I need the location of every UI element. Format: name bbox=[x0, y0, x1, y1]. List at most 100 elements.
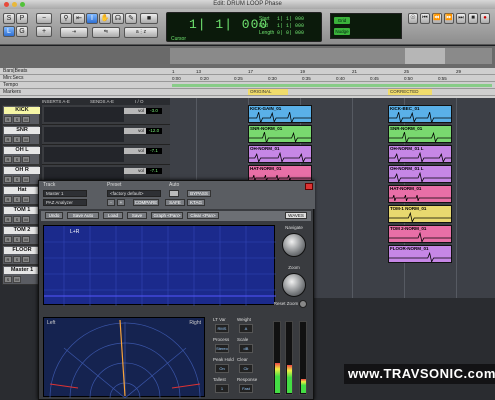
fast-forward-icon[interactable]: ⏩ bbox=[444, 13, 454, 24]
clear-pan-button[interactable]: Clear <Pan> bbox=[187, 212, 219, 219]
insert-slots[interactable] bbox=[44, 107, 124, 122]
track-tom-2[interactable]: TOM 2 RSM bbox=[2, 225, 40, 245]
solo-button[interactable]: S bbox=[4, 276, 12, 283]
undo-button[interactable]: Undo bbox=[45, 212, 63, 219]
mute-button[interactable]: M bbox=[22, 116, 30, 123]
track-snr[interactable]: SNR R S M bbox=[2, 125, 40, 145]
solo-button[interactable]: S bbox=[13, 196, 21, 203]
mute-button[interactable]: M bbox=[22, 236, 30, 243]
zoom-out-icon[interactable]: − bbox=[36, 13, 52, 24]
keyboard-focus-button[interactable]: a⋮z bbox=[124, 27, 158, 38]
preset-selector[interactable]: <factory default> bbox=[107, 190, 161, 197]
clip-original-oh[interactable]: OH-NORM_01 bbox=[248, 145, 312, 163]
track-hat[interactable]: Hat R S M bbox=[2, 185, 40, 205]
volume-value[interactable]: -7.1 bbox=[146, 148, 162, 154]
nudge-button[interactable]: Nudge bbox=[334, 28, 350, 35]
clip-corrected-tom-1[interactable]: TOM-1 NORM_01 bbox=[388, 205, 452, 223]
zoom-in-icon[interactable]: + bbox=[36, 26, 52, 37]
mute-button[interactable]: M bbox=[13, 276, 21, 283]
frequency-spectrum-display[interactable]: L+R bbox=[43, 225, 276, 306]
load-button[interactable]: Load bbox=[103, 212, 123, 219]
track-selector[interactable]: Master 1 bbox=[43, 190, 87, 197]
track-name[interactable]: TOM 1 bbox=[4, 207, 40, 214]
return-to-zero-icon[interactable]: ⏮ bbox=[420, 13, 430, 24]
track-oh-r[interactable]: OH R RSM bbox=[2, 165, 40, 185]
mute-button[interactable]: M bbox=[22, 136, 30, 143]
record-arm-button[interactable]: R bbox=[4, 156, 12, 163]
length-value[interactable]: 0| 0| 000 bbox=[277, 30, 304, 36]
trim-tool-icon[interactable]: ⇤ bbox=[73, 13, 85, 24]
link-timeline-button[interactable]: ⇋ bbox=[92, 27, 120, 38]
slip-mode-button[interactable]: L bbox=[3, 26, 15, 37]
online-button[interactable]: ☉ bbox=[408, 13, 418, 24]
clip-corrected-tom-2[interactable]: TOM 2-NORM_01 bbox=[388, 225, 452, 243]
track-kick[interactable]: KICK R S M bbox=[2, 105, 40, 125]
track-tom-1[interactable]: TOM 1 RSM bbox=[2, 205, 40, 225]
solo-button[interactable]: S bbox=[13, 216, 21, 223]
track-name[interactable]: KICK bbox=[4, 107, 40, 114]
clear-control[interactable]: Clr bbox=[239, 364, 253, 373]
marker-corrected[interactable]: CORRECTED bbox=[388, 89, 432, 95]
solo-button[interactable]: S bbox=[13, 116, 21, 123]
solo-button[interactable]: S bbox=[13, 256, 21, 263]
main-counter[interactable]: 1| 1| 000 Start End Length 1| 1| 000 1| … bbox=[166, 12, 322, 42]
volume-value[interactable]: -3.0 bbox=[146, 108, 162, 114]
scale-control[interactable]: dB bbox=[239, 344, 253, 353]
plugin-window-paz-analyzer[interactable]: Track Preset Auto Master 1 PAZ Analyzer … bbox=[38, 180, 315, 400]
clip-corrected-kick[interactable]: KICK-BEC_01 bbox=[388, 105, 452, 123]
mute-button[interactable]: M bbox=[22, 256, 30, 263]
clip-original-kick[interactable]: KICK-GAIN_01 bbox=[248, 105, 312, 123]
mute-button[interactable]: M bbox=[22, 216, 30, 223]
clip-original-snr[interactable]: SNR-NORM_01 bbox=[248, 125, 312, 143]
tallest-control[interactable]: 1 bbox=[215, 384, 229, 393]
graph-pan-button[interactable]: Graph <Pan> bbox=[151, 212, 183, 219]
solo-button[interactable]: S bbox=[13, 176, 21, 183]
automation-icon[interactable] bbox=[169, 190, 179, 197]
stop-icon[interactable]: ■ bbox=[468, 13, 478, 24]
clip-corrected-oh-r[interactable]: OH-NORM_01 L bbox=[388, 165, 452, 183]
grid-mode-button[interactable]: G bbox=[16, 26, 28, 37]
insert-slots[interactable] bbox=[44, 127, 124, 142]
compare-button[interactable]: COMPARE bbox=[133, 199, 159, 206]
track-name[interactable]: Hat bbox=[4, 187, 40, 194]
grabber-tool-icon[interactable]: ✋ bbox=[99, 13, 111, 24]
start-value[interactable]: 1| 1| 000 bbox=[277, 16, 304, 22]
save-auto-button[interactable]: Save Auto bbox=[67, 212, 99, 219]
track-name[interactable]: Master 1 bbox=[4, 267, 40, 274]
insert-selector[interactable]: PAZ Analyzer bbox=[43, 199, 87, 206]
smart-tool-icon[interactable]: ■ bbox=[140, 13, 158, 24]
record-arm-button[interactable]: R bbox=[4, 136, 12, 143]
ktag-button[interactable]: KTAG bbox=[187, 199, 205, 206]
zoom-button[interactable] bbox=[20, 2, 25, 7]
record-arm-button[interactable]: R bbox=[4, 216, 12, 223]
track-master-1[interactable]: Master 1 SM bbox=[2, 265, 40, 285]
solo-button[interactable]: S bbox=[13, 156, 21, 163]
navigate-knob[interactable] bbox=[282, 233, 306, 257]
previous-preset-button[interactable]: - bbox=[107, 199, 115, 206]
clip-corrected-snr[interactable]: SNR-NORM_01 bbox=[388, 125, 452, 143]
lt-var-control[interactable]: RMS bbox=[215, 324, 229, 333]
zoom-knob[interactable] bbox=[282, 273, 306, 297]
marker-original[interactable]: ORIGINAL bbox=[248, 89, 288, 95]
min-secs-ruler[interactable]: Min:Secs 0:00 0:20 0:25 0:30 0:35 0:40 0… bbox=[0, 75, 495, 82]
volume-value[interactable]: -7.1 bbox=[146, 168, 162, 174]
mute-button[interactable]: M bbox=[22, 176, 30, 183]
shuffle-mode-button[interactable]: S bbox=[3, 13, 15, 24]
selector-tool-icon[interactable]: I bbox=[86, 13, 98, 24]
close-button[interactable] bbox=[4, 2, 9, 7]
tempo-ruler[interactable]: Tempo bbox=[0, 82, 495, 89]
bars-beats-ruler[interactable]: Bars|Beats 1 13 17 19 21 25 29 bbox=[0, 68, 495, 75]
scrubber-tool-icon[interactable]: ☊ bbox=[112, 13, 124, 24]
go-to-end-icon[interactable]: ⏭ bbox=[456, 13, 466, 24]
track-name[interactable]: OH R bbox=[4, 167, 40, 174]
clip-corrected-oh-l[interactable]: OH-NORM_01 L bbox=[388, 145, 452, 163]
track-name[interactable]: SNR bbox=[4, 127, 40, 134]
record-arm-button[interactable]: R bbox=[4, 116, 12, 123]
clip-corrected-floor[interactable]: FLOOR-NORM_01 bbox=[388, 245, 452, 263]
insert-slots[interactable] bbox=[44, 147, 124, 162]
track-floor[interactable]: FLOOR R S M bbox=[2, 245, 40, 265]
pencil-tool-icon[interactable]: ✎ bbox=[125, 13, 137, 24]
process-control[interactable]: Stereo bbox=[215, 344, 229, 353]
save-button[interactable]: Save bbox=[127, 212, 147, 219]
solo-button[interactable]: S bbox=[13, 136, 21, 143]
